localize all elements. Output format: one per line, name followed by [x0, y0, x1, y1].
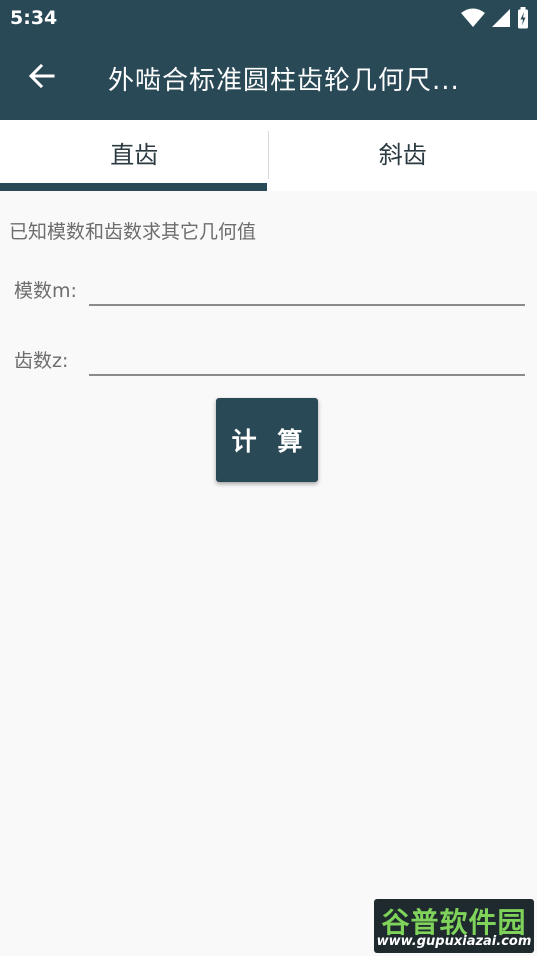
status-icons	[461, 7, 529, 29]
watermark-logo: 谷普软件园 www.gupuxiazai.com	[374, 899, 534, 953]
watermark-url: www.gupuxiazai.com	[376, 934, 532, 949]
tab-indicator	[0, 183, 267, 191]
app-bar: 5:34 外啮合标准圆柱齿轮几何尺...	[0, 0, 537, 120]
module-label: 模数m:	[14, 280, 77, 302]
teeth-input[interactable]	[89, 332, 525, 376]
tab-spur-gear-label: 直齿	[110, 141, 159, 169]
module-input[interactable]	[89, 262, 525, 306]
teeth-label: 齿数z:	[14, 350, 69, 372]
status-time: 5:34	[10, 7, 58, 29]
calculate-button[interactable]: 计 算	[216, 398, 318, 482]
page-title: 外啮合标准圆柱齿轮几何尺...	[108, 66, 460, 96]
tab-helical-gear[interactable]: 斜齿	[269, 120, 537, 191]
signal-icon	[491, 8, 511, 28]
tab-spur-gear[interactable]: 直齿	[0, 120, 269, 191]
tab-divider	[268, 131, 269, 179]
arrow-left-icon	[28, 63, 55, 92]
back-button[interactable]	[22, 58, 62, 98]
tab-helical-gear-label: 斜齿	[378, 141, 427, 169]
form-hint: 已知模数和齿数求其它几何值	[9, 221, 257, 243]
wifi-icon	[461, 8, 485, 28]
toolbar: 外啮合标准圆柱齿轮几何尺...	[0, 38, 537, 120]
battery-charging-icon	[517, 7, 529, 29]
status-bar: 5:34	[0, 0, 537, 38]
